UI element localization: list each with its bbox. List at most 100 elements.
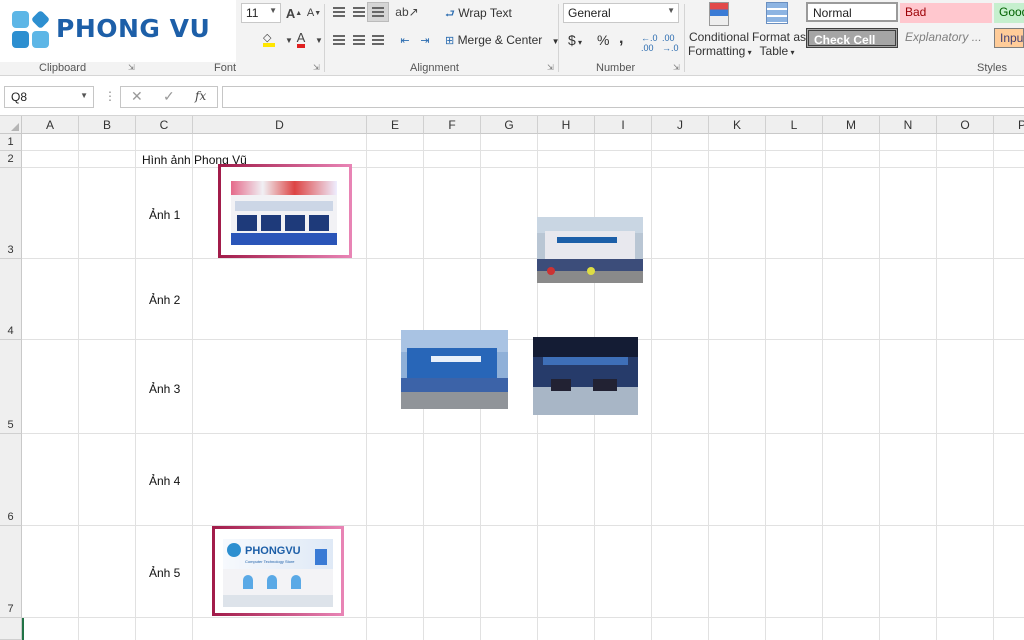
row-header-2[interactable]: 2 <box>0 151 22 168</box>
increase-font-button[interactable]: A ▲ <box>283 3 305 23</box>
group-label-alignment: Alignment <box>410 62 459 74</box>
align-right-button[interactable] <box>367 30 389 50</box>
conditional-formatting-button[interactable]: Conditional Formatting ▾ <box>688 0 752 58</box>
align-top-button[interactable] <box>328 2 350 22</box>
dialog-launcher-icon[interactable]: ⇲ <box>673 63 680 72</box>
style-good[interactable]: Good <box>994 3 1024 23</box>
phongvu-logo: PHONG VU <box>0 0 236 62</box>
row-header-3[interactable]: 3 <box>0 168 22 259</box>
increase-indent-button[interactable]: ⇥ <box>414 30 436 50</box>
style-input[interactable]: Input <box>994 28 1024 48</box>
column-header-o[interactable]: O <box>937 116 994 134</box>
group-label-clipboard: Clipboard <box>39 62 87 74</box>
grid-vline <box>708 134 709 640</box>
style-bad[interactable]: Bad <box>900 3 992 23</box>
comma-style-button[interactable]: , <box>619 30 623 48</box>
align-right-icon <box>372 35 384 45</box>
chevron-down-icon: ▼ <box>667 6 675 15</box>
grid-vline <box>822 134 823 640</box>
column-header-c[interactable]: C <box>136 116 193 134</box>
wrap-text-button[interactable]: ⮐ Wrap Text <box>445 5 512 24</box>
column-header-f[interactable]: F <box>424 116 481 134</box>
photo-5: PHONGVU Computer Technology Store <box>223 539 333 607</box>
column-header-k[interactable]: K <box>709 116 766 134</box>
increase-indent-icon: ⇥ <box>420 34 430 47</box>
spreadsheet-grid: ABCDEFGHIJKLMNOP 1234567 Hình ảnh Phong … <box>0 116 1024 640</box>
photo-5-frame[interactable]: PHONGVU Computer Technology Store <box>212 526 344 616</box>
cell-c6[interactable]: Ảnh 4 <box>149 474 180 488</box>
more-options-icon: ⋮ <box>104 89 116 103</box>
percent-button[interactable]: % <box>597 32 609 48</box>
logo-text: PHONG VU <box>56 14 211 43</box>
number-format-dropdown[interactable]: General ▼ <box>563 3 679 23</box>
style-check-cell[interactable]: Check Cell <box>806 28 898 48</box>
grid-hline <box>22 433 1024 434</box>
increase-decimal-button[interactable]: ←.0.00 <box>641 33 658 53</box>
column-header-e[interactable]: E <box>367 116 424 134</box>
merge-icon: ⊞ <box>445 35 455 47</box>
group-label-styles: Styles <box>977 62 1007 74</box>
photo-1-frame[interactable] <box>218 164 352 258</box>
column-header-j[interactable]: J <box>652 116 709 134</box>
insert-function-icon[interactable]: fx <box>195 89 206 111</box>
grid-vline <box>651 134 652 640</box>
font-size-dropdown[interactable]: 11 ▼ <box>241 3 281 23</box>
dialog-launcher-icon[interactable]: ⇲ <box>128 63 135 72</box>
decrease-indent-button[interactable]: ⇤ <box>394 30 416 50</box>
grid-hline <box>22 258 1024 259</box>
enter-check-icon[interactable]: ✓ <box>163 88 175 110</box>
format-as-table-button[interactable]: Format as Table ▾ <box>752 0 806 58</box>
orientation-button[interactable]: ab↗ <box>395 2 418 22</box>
dialog-launcher-icon[interactable]: ⇲ <box>547 63 554 72</box>
column-header-h[interactable]: H <box>538 116 595 134</box>
align-bottom-icon <box>372 7 384 17</box>
chevron-down-icon: ▼ <box>80 91 88 100</box>
separator <box>558 4 559 72</box>
grid-vline <box>192 134 193 640</box>
photo5-subtitle: Computer Technology Store <box>245 559 295 564</box>
column-header-n[interactable]: N <box>880 116 937 134</box>
column-header-p[interactable]: P <box>994 116 1024 134</box>
row-header-7[interactable]: 7 <box>0 526 22 618</box>
cell-c5[interactable]: Ảnh 3 <box>149 382 180 396</box>
formula-buttons: ✕ ✓ fx <box>120 86 218 108</box>
decrease-decimal-button[interactable]: .00 →.0 <box>662 33 679 53</box>
column-header-l[interactable]: L <box>766 116 823 134</box>
grid-hline <box>22 150 1024 151</box>
cell-c4[interactable]: Ảnh 2 <box>149 293 180 307</box>
fill-color-button[interactable]: ◇ <box>258 30 280 50</box>
font-color-dropdown[interactable]: ▼ <box>308 30 330 50</box>
row-header-4[interactable]: 4 <box>0 259 22 340</box>
row-header-1[interactable]: 1 <box>0 134 22 151</box>
photo-2[interactable] <box>537 217 643 283</box>
photo-3[interactable] <box>401 330 508 409</box>
style-normal[interactable]: Normal <box>806 2 898 22</box>
row-header-6[interactable]: 6 <box>0 434 22 526</box>
column-header-b[interactable]: B <box>79 116 136 134</box>
decrease-font-button[interactable]: A ▼ <box>303 3 325 23</box>
wrap-text-icon: ⮐ <box>445 8 455 20</box>
column-header-d[interactable]: D <box>193 116 367 134</box>
cell-c7[interactable]: Ảnh 5 <box>149 566 180 580</box>
name-box[interactable]: Q8 ▼ <box>4 86 94 108</box>
cancel-icon[interactable]: ✕ <box>131 88 143 110</box>
dialog-launcher-icon[interactable]: ⇲ <box>313 63 320 72</box>
merge-center-button[interactable]: ⊞ Merge & Center ▼ <box>445 33 560 47</box>
select-all-button[interactable] <box>0 116 22 134</box>
column-header-a[interactable]: A <box>22 116 79 134</box>
currency-button[interactable]: $ ▾ <box>568 32 582 48</box>
align-left-button[interactable] <box>328 30 350 50</box>
grid-hline <box>22 525 1024 526</box>
align-bottom-button[interactable] <box>367 2 389 22</box>
column-header-m[interactable]: M <box>823 116 880 134</box>
grid-vline <box>936 134 937 640</box>
photo-4[interactable] <box>533 337 638 415</box>
group-label-font: Font <box>214 62 237 74</box>
column-header-i[interactable]: I <box>595 116 652 134</box>
row-header-5[interactable]: 5 <box>0 340 22 434</box>
column-header-g[interactable]: G <box>481 116 538 134</box>
formula-input[interactable] <box>222 86 1024 108</box>
group-label-number: Number <box>596 62 636 74</box>
style-explanatory[interactable]: Explanatory ... <box>900 28 992 48</box>
cell-c3[interactable]: Ảnh 1 <box>149 208 180 222</box>
